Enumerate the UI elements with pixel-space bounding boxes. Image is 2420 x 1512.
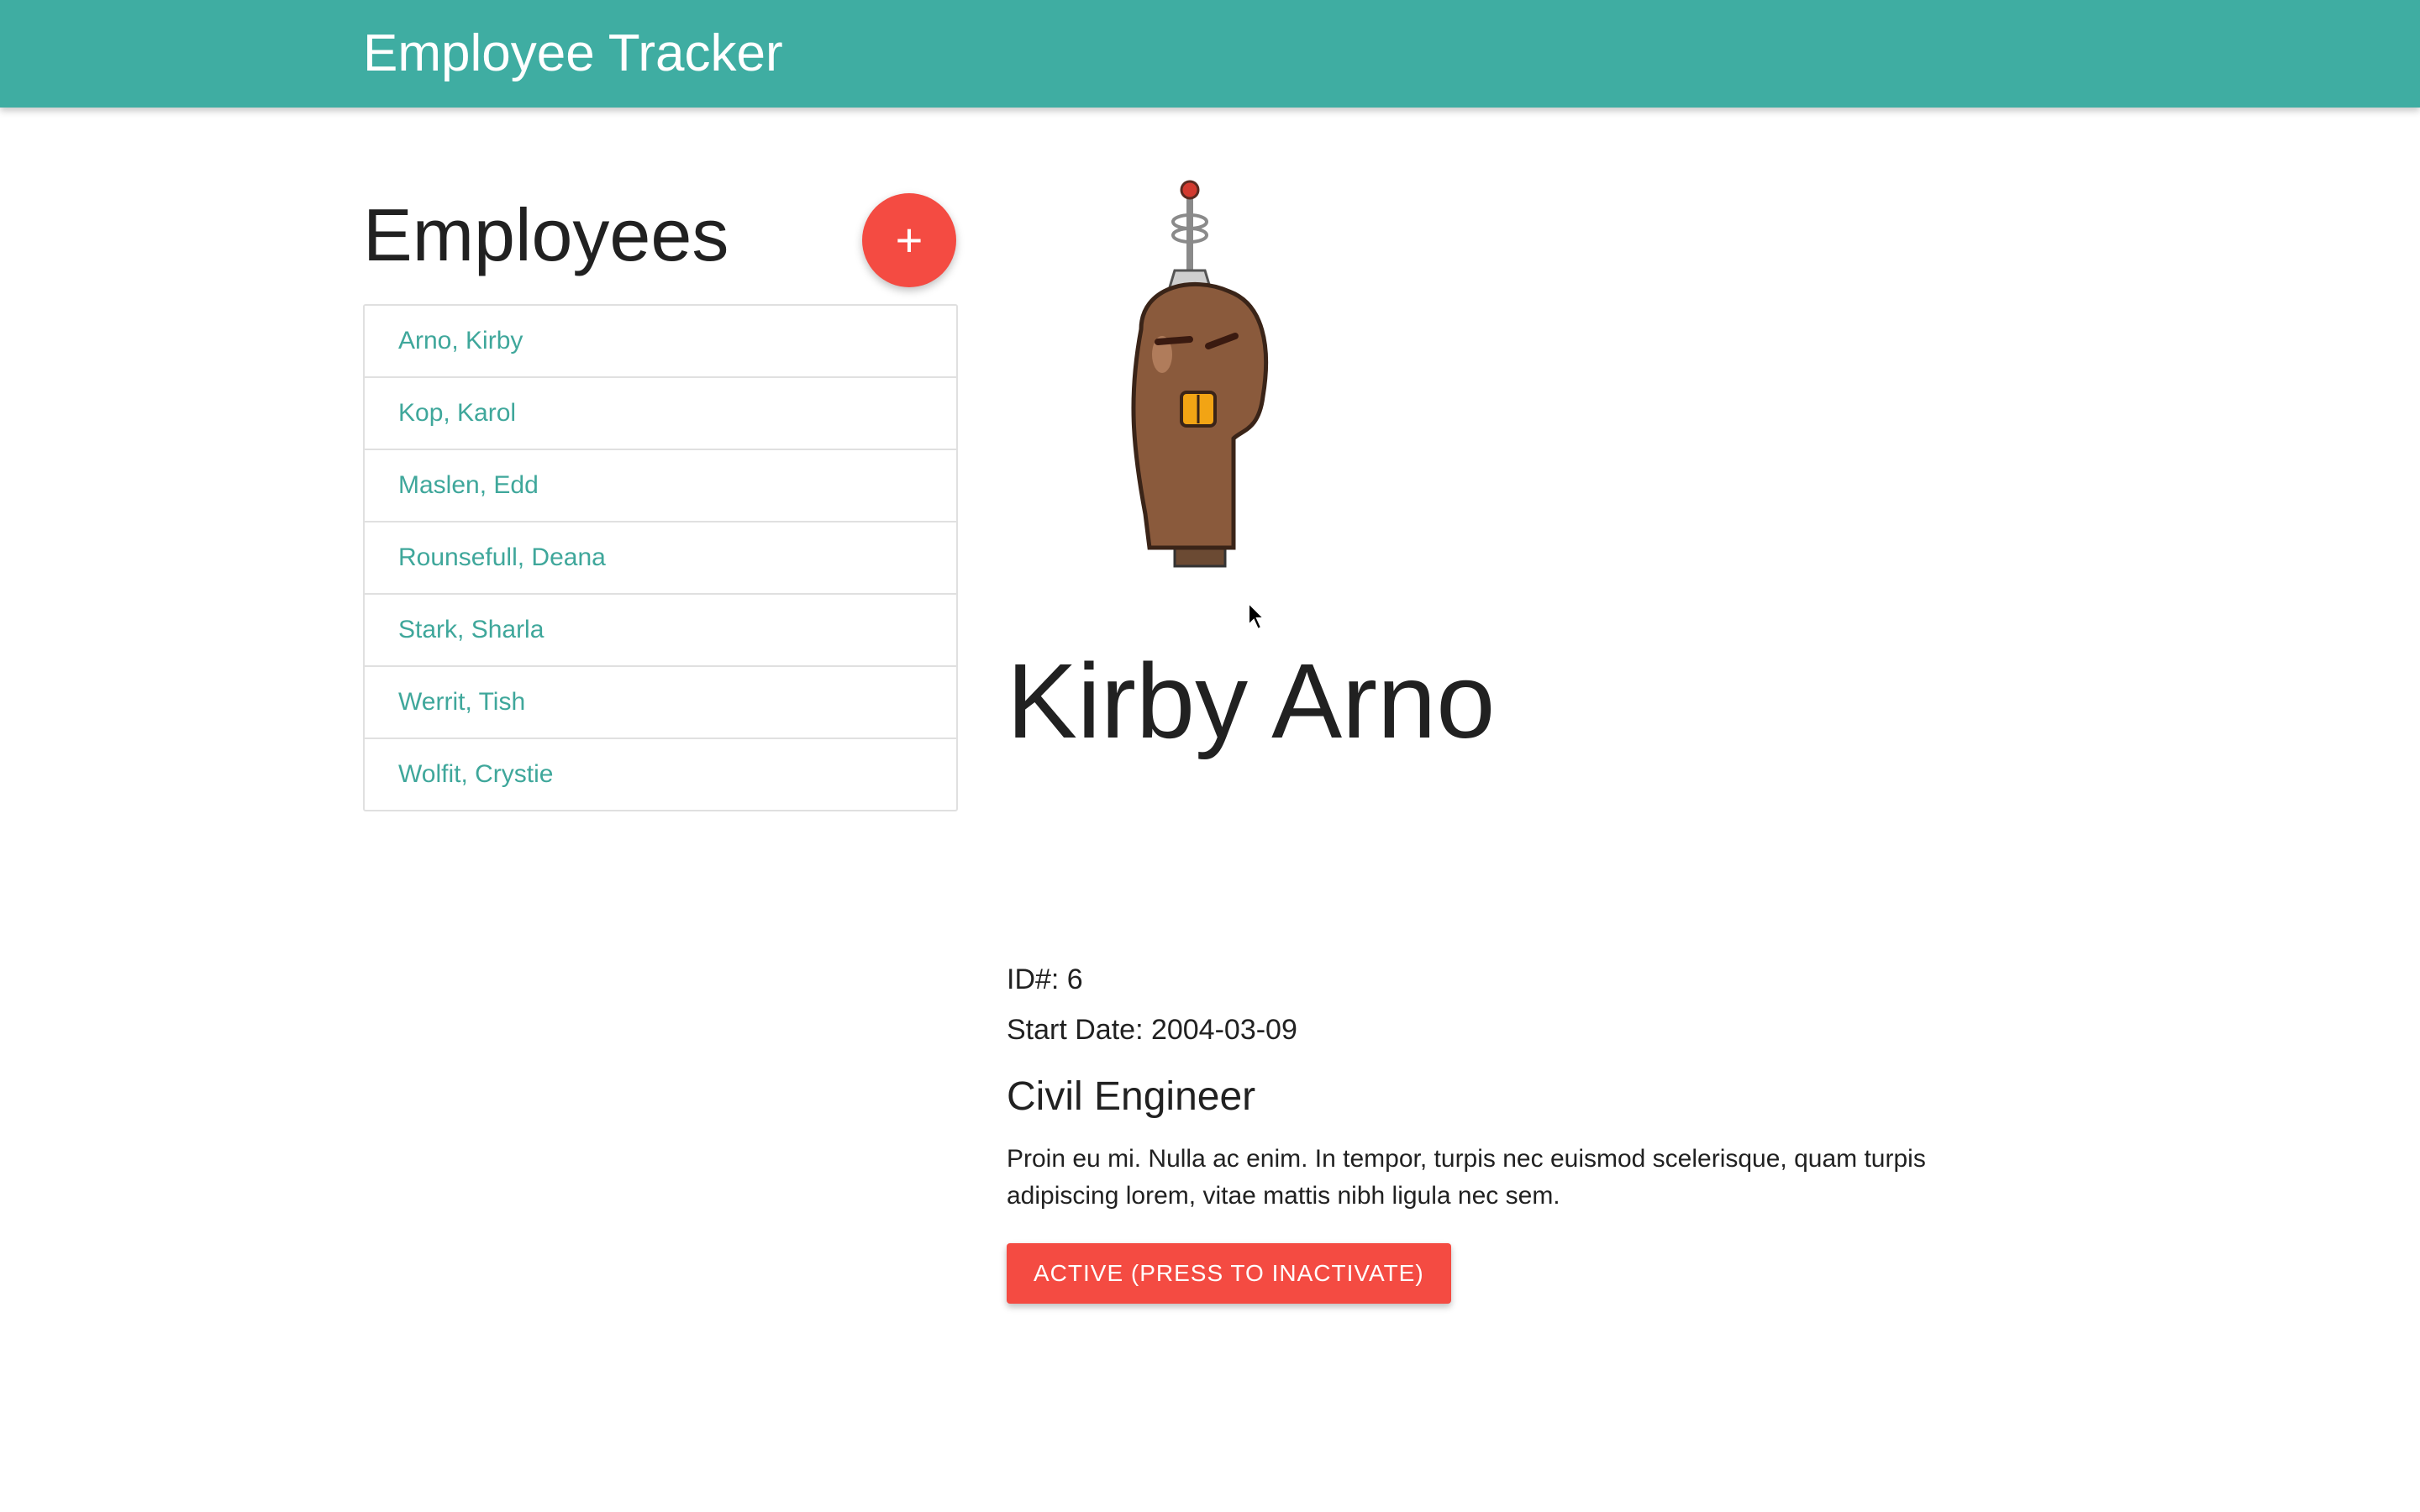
employee-bio: Proin eu mi. Nulla ac enim. In tempor, t…: [1007, 1145, 1926, 1210]
employee-list: Arno, Kirby Kop, Karol Maslen, Edd Rouns…: [363, 304, 958, 811]
employee-list-item[interactable]: Arno, Kirby: [365, 306, 956, 378]
employee-list-item[interactable]: Rounsefull, Deana: [365, 522, 956, 595]
employee-id: ID#: 6: [1007, 963, 1083, 995]
robot-head-icon: [1131, 180, 1269, 568]
employee-list-item[interactable]: Kop, Karol: [365, 378, 956, 450]
employee-list-item[interactable]: Werrit, Tish: [365, 667, 956, 739]
employee-name: Kirby Arno: [1007, 642, 1496, 760]
job-title: Civil Engineer: [1007, 1074, 1256, 1119]
navbar: Employee Tracker: [0, 0, 2420, 108]
employee-list-item[interactable]: Wolfit, Crystie: [365, 739, 956, 810]
add-employee-button[interactable]: +: [862, 193, 956, 287]
employee-start-date: Start Date: 2004-03-09: [1007, 1014, 1297, 1046]
app-title[interactable]: Employee Tracker: [363, 22, 783, 86]
employee-list-item[interactable]: Maslen, Edd: [365, 450, 956, 522]
mouse-cursor-icon: [1248, 601, 1266, 631]
employee-list-item[interactable]: Stark, Sharla: [365, 595, 956, 667]
employees-heading: Employees: [363, 193, 729, 276]
toggle-active-button[interactable]: ACTIVE (PRESS TO INACTIVATE): [1007, 1243, 1451, 1304]
